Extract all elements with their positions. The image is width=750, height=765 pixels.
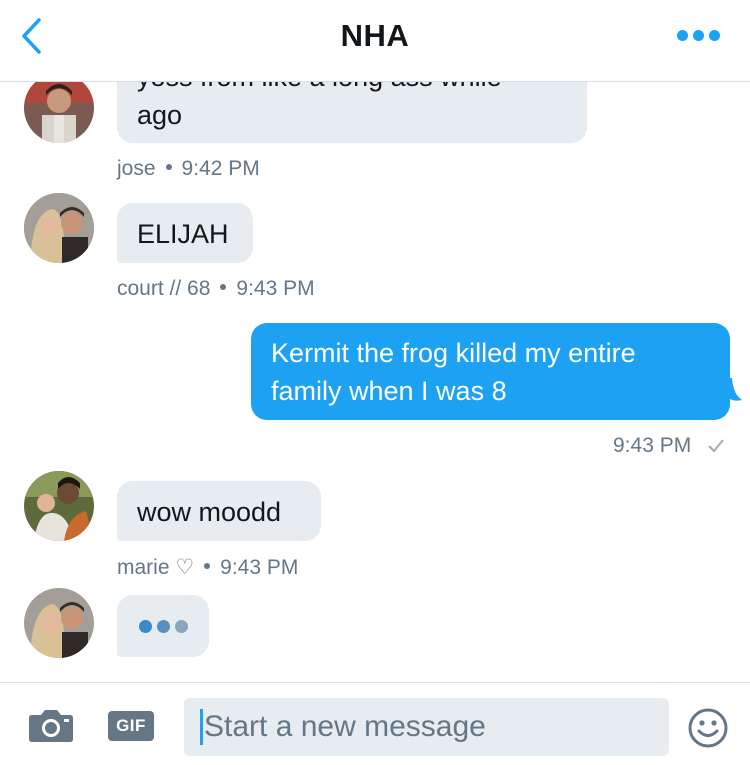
more-dots-icon [693, 30, 704, 41]
message-meta: jose 9:42 PM [117, 157, 260, 181]
typing-dot [156, 619, 170, 633]
message-bubble[interactable]: ELIJAH [117, 203, 253, 263]
message-text: wow moodd [137, 497, 282, 527]
typing-dot [174, 619, 188, 633]
avatar-jose[interactable] [24, 73, 94, 143]
checkmark-icon [708, 439, 724, 453]
emoji-button[interactable] [687, 707, 729, 754]
text-caret [200, 709, 203, 745]
message-input-placeholder: Start a new message [204, 710, 486, 743]
message-meta: court // 68 9:43 PM [117, 277, 315, 301]
message-meta: marie ♡ 9:43 PM [117, 555, 298, 580]
message-time: 9:43 PM [236, 277, 315, 300]
message-meta: 9:43 PM [613, 434, 725, 458]
message-text: ELIJAH [137, 219, 229, 249]
gif-button[interactable]: GIF [108, 711, 154, 741]
avatar-court[interactable] [24, 193, 94, 263]
conversation-title[interactable]: NHA [0, 18, 750, 54]
conversation: ago yoss from like a long ass while jose… [0, 0, 750, 682]
more-dots-icon [709, 30, 720, 41]
separator-dot [165, 164, 172, 171]
avatar-marie[interactable] [24, 471, 94, 541]
more-dots-icon [677, 30, 688, 41]
message-input[interactable]: Start a new message [184, 698, 669, 756]
typing-indicator [117, 595, 209, 657]
message-author: court // 68 [117, 277, 211, 300]
message-time: 9:42 PM [181, 157, 260, 180]
message-text-line: family when I was 8 [271, 376, 507, 406]
message-time: 9:43 PM [613, 434, 692, 457]
message-text-line: Kermit the frog killed my entire [271, 338, 636, 368]
outgoing-message-bubble[interactable]: Kermit the frog killed my entire family … [251, 323, 730, 420]
message-author: jose [117, 157, 156, 180]
more-options-button[interactable] [677, 30, 720, 41]
conversation-header: NHA [0, 0, 750, 82]
bubble-tail [728, 378, 742, 401]
message-composer: GIF Start a new message [0, 682, 750, 765]
typing-dot [138, 619, 152, 633]
message-time: 9:43 PM [220, 556, 299, 579]
camera-icon [29, 710, 73, 742]
message-text: ago [137, 100, 183, 130]
smiley-icon [688, 708, 728, 748]
separator-dot [220, 284, 227, 291]
message-author: marie ♡ [117, 556, 195, 579]
avatar-court[interactable] [24, 588, 94, 658]
message-bubble[interactable]: wow moodd [117, 481, 321, 541]
separator-dot [204, 563, 211, 570]
camera-button[interactable] [28, 707, 74, 748]
